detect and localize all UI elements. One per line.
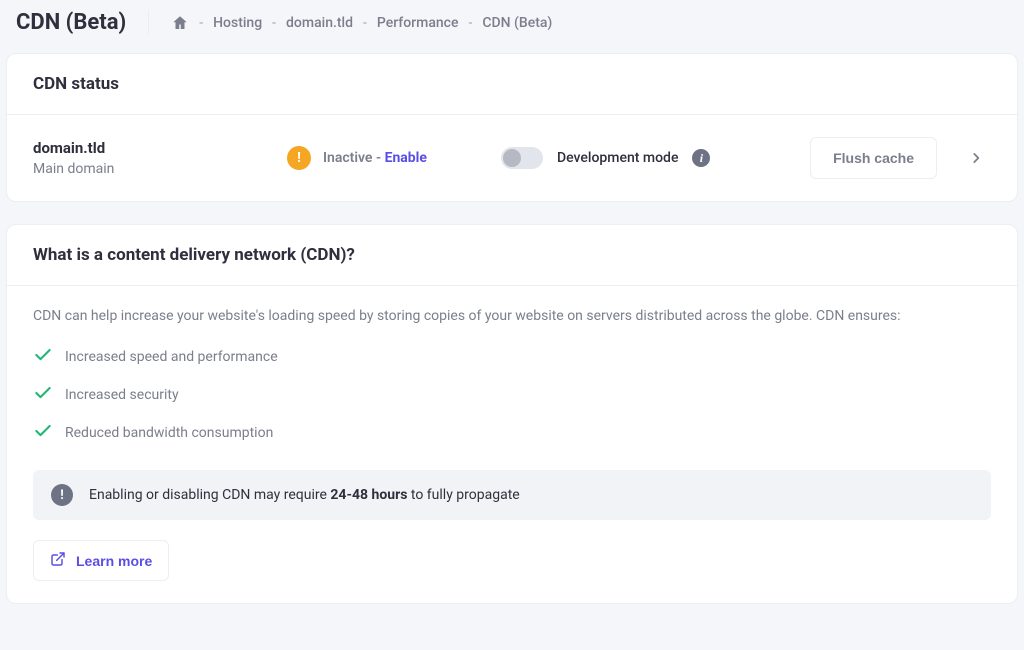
state-separator: - [372, 150, 384, 166]
check-icon [33, 383, 53, 407]
breadcrumb-separator: - [199, 15, 203, 31]
dev-mode-column: Development mode i [501, 147, 786, 169]
list-item: Increased security [33, 376, 991, 414]
breadcrumb-item[interactable]: domain.tld [286, 15, 353, 31]
list-item: Increased speed and performance [33, 338, 991, 376]
page-title: CDN (Beta) [16, 10, 149, 35]
benefit-text: Increased security [65, 387, 179, 403]
check-icon [33, 345, 53, 369]
check-icon [33, 421, 53, 445]
chevron-right-icon[interactable] [961, 151, 991, 165]
card-heading: What is a content delivery network (CDN)… [7, 225, 1017, 286]
page-header: CDN (Beta) - Hosting - domain.tld - Perf… [6, 0, 1018, 53]
info-lead: CDN can help increase your website's loa… [33, 308, 991, 324]
state-text: Inactive - Enable [323, 150, 427, 166]
notice-pre: Enabling or disabling CDN may require [89, 487, 330, 503]
domain-column: domain.tld Main domain [33, 139, 263, 177]
info-icon[interactable]: i [692, 149, 710, 167]
learn-more-label: Learn more [76, 553, 152, 569]
propagation-notice: ! Enabling or disabling CDN may require … [33, 470, 991, 520]
home-icon[interactable] [171, 14, 189, 32]
flush-cache-button[interactable]: Flush cache [810, 137, 937, 179]
notice-text: Enabling or disabling CDN may require 24… [89, 487, 520, 503]
notice-icon: ! [51, 484, 73, 506]
breadcrumb-item[interactable]: Hosting [213, 15, 262, 31]
benefit-text: Increased speed and performance [65, 349, 278, 365]
card-body: CDN can help increase your website's loa… [7, 286, 1017, 603]
dev-mode-label: Development mode [557, 150, 678, 166]
breadcrumb-separator: - [272, 15, 276, 31]
status-row: domain.tld Main domain ! Inactive - Enab… [7, 115, 1017, 201]
state-column: ! Inactive - Enable [287, 146, 477, 170]
benefit-text: Reduced bandwidth consumption [65, 425, 273, 441]
breadcrumb: - Hosting - domain.tld - Performance - C… [171, 14, 552, 32]
card-heading: CDN status [7, 54, 1017, 115]
enable-link[interactable]: Enable [385, 150, 427, 166]
breadcrumb-item[interactable]: CDN (Beta) [482, 15, 552, 31]
cdn-info-card: What is a content delivery network (CDN)… [6, 224, 1018, 604]
breadcrumb-separator: - [468, 15, 472, 31]
external-link-icon [50, 551, 66, 570]
breadcrumb-item[interactable]: Performance [377, 15, 459, 31]
learn-more-button[interactable]: Learn more [33, 540, 169, 581]
list-item: Reduced bandwidth consumption [33, 414, 991, 452]
cdn-status-card: CDN status domain.tld Main domain ! Inac… [6, 53, 1018, 202]
state-label: Inactive [323, 150, 372, 166]
dev-mode-toggle[interactable] [501, 147, 543, 169]
benefits-list: Increased speed and performance Increase… [33, 338, 991, 452]
breadcrumb-separator: - [363, 15, 367, 31]
domain-subtitle: Main domain [33, 161, 263, 177]
domain-name: domain.tld [33, 139, 263, 157]
notice-post: to fully propagate [407, 487, 519, 503]
warning-icon: ! [287, 146, 311, 170]
notice-bold: 24-48 hours [330, 487, 407, 503]
